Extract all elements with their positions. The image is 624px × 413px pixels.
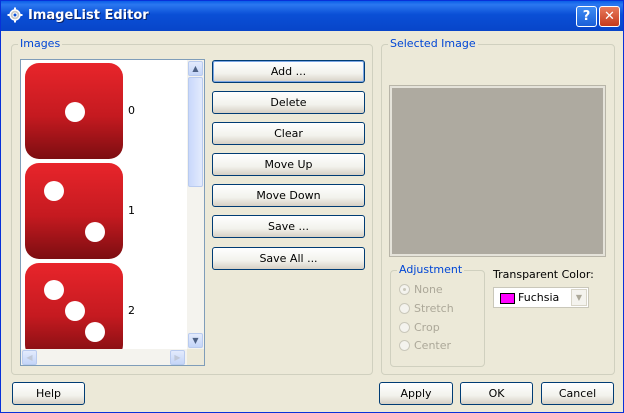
die-one-image [25,63,123,159]
transparent-color-label: Transparent Color: [493,268,594,281]
color-swatch [500,293,515,304]
radio-label: Stretch [414,302,454,315]
transparent-color-value: Fuchsia [518,291,560,304]
scrollbar-corner [187,349,204,365]
title-help-button[interactable]: ? [576,6,597,27]
list-item-label: 2 [128,304,135,317]
radio-button[interactable] [399,322,410,333]
selected-image-preview [389,85,606,257]
chevron-right-icon: ▶ [174,353,181,362]
list-item-2[interactable]: 2 [24,262,174,360]
horizontal-scrollbar[interactable]: ◀ ▶ [21,349,187,365]
selected-image-label: Selected Image [388,37,478,50]
radio-button[interactable] [399,284,410,295]
radio-button[interactable] [399,340,410,351]
help-icon: ? [582,9,591,24]
save-button[interactable]: Save ... [212,215,365,238]
list-item-0[interactable]: 0 [24,62,174,160]
clear-button[interactable]: Clear [212,122,365,145]
die-two-image [25,163,123,259]
die-three-image [25,263,123,359]
images-listbox[interactable]: 0 1 2 ▲ ▼ ◀ ▶ [20,59,205,366]
transparent-color-select[interactable]: Fuchsia ▼ [493,287,589,308]
help-button[interactable]: Help [12,382,85,405]
adjustment-group-label: Adjustment [397,263,465,276]
gear-icon [7,7,23,23]
vertical-scrollbar[interactable]: ▲ ▼ [187,60,204,349]
title-bar[interactable]: ImageList Editor ? ✕ [1,1,623,31]
apply-button[interactable]: Apply [379,382,453,405]
chevron-down-icon: ▼ [192,336,199,345]
add-button[interactable]: Add ... [212,60,365,83]
move-down-button[interactable]: Move Down [212,184,365,207]
radio-button[interactable] [399,303,410,314]
window-title: ImageList Editor [28,8,149,23]
images-group-label: Images [18,37,63,50]
cancel-button[interactable]: Cancel [541,382,614,405]
chevron-down-icon[interactable]: ▼ [571,289,587,306]
close-icon: ✕ [604,9,615,24]
chevron-up-icon: ▲ [192,64,199,73]
list-item-label: 1 [128,204,135,217]
scroll-right-button[interactable]: ▶ [170,350,185,365]
move-up-button[interactable]: Move Up [212,153,365,176]
radio-label: None [414,283,443,296]
imagelist-editor-window: ImageList Editor ? ✕ Images 0 1 2 ▲ ▼ ◀ … [0,0,624,413]
radio-label: Center [414,339,452,352]
ok-button[interactable]: OK [460,382,533,405]
scroll-thumb[interactable] [188,77,203,187]
chevron-left-icon: ◀ [26,353,33,362]
delete-button[interactable]: Delete [212,91,365,114]
save-all-button[interactable]: Save All ... [212,247,365,270]
scroll-up-button[interactable]: ▲ [188,61,203,76]
scroll-left-button[interactable]: ◀ [22,350,37,365]
list-item-1[interactable]: 1 [24,162,174,260]
list-item-label: 0 [128,104,135,117]
radio-label: Crop [414,321,440,334]
title-close-button[interactable]: ✕ [599,6,620,27]
scroll-down-button[interactable]: ▼ [188,333,203,348]
